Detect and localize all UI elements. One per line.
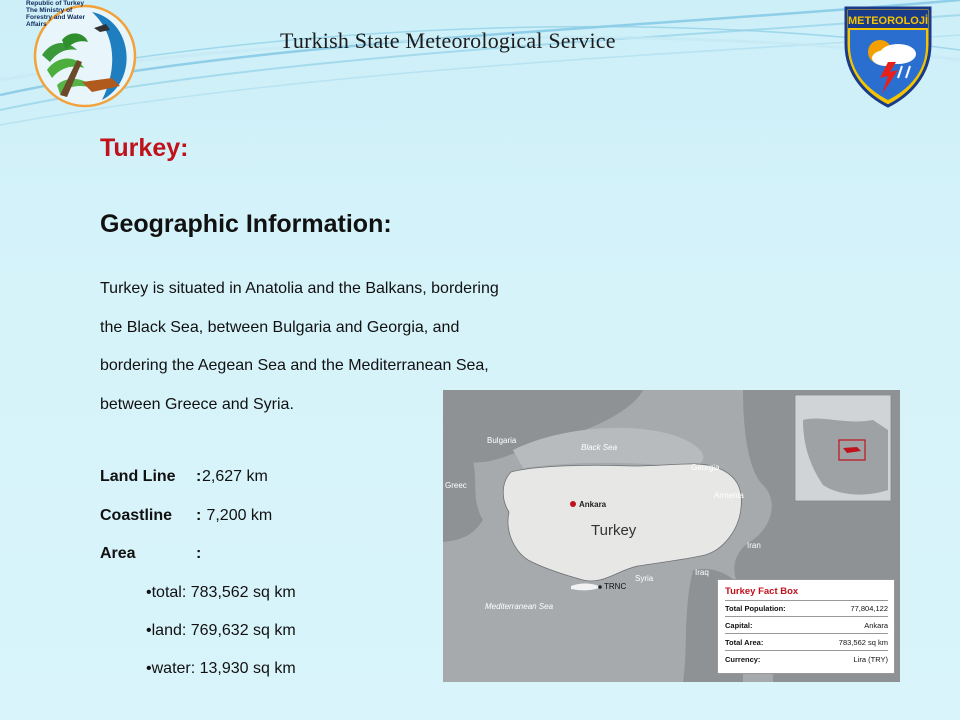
- bullet-text: total: 783,562 sq km: [151, 584, 296, 601]
- ministry-logo-text: Republic of Turkey The Ministry of Fores…: [26, 0, 96, 28]
- logo-wordmark: METEOROLOJİ: [848, 14, 928, 27]
- fact-colon: :: [196, 468, 202, 485]
- map-label-ankara: Ankara: [579, 500, 607, 509]
- paragraph-line: Turkey is situated in Anatolia and the B…: [100, 280, 499, 297]
- fact-box-divider: [725, 600, 888, 601]
- fact-box-value: 77,804,122: [850, 604, 888, 613]
- turkey-fact-box: Turkey Fact Box Total Population: 77,804…: [717, 579, 895, 674]
- fact-box-key: Total Population:: [725, 604, 786, 613]
- map-label-georgia: Georgia: [691, 463, 720, 472]
- turkey-map: Bulgaria Black Sea Georgia Armenia Greec…: [443, 390, 900, 682]
- logo-text-line: The Ministry of: [26, 7, 73, 14]
- fact-label: Land Line: [100, 468, 176, 485]
- meteoroloji-logo: METEOROLOJİ: [842, 4, 934, 108]
- map-label-turkey: Turkey: [591, 522, 637, 539]
- paragraph-line: the Black Sea, between Bulgaria and Geor…: [100, 318, 460, 336]
- area-bullet-item: •total: 783,562 sq km: [146, 584, 296, 601]
- country-heading: Turkey:: [100, 134, 189, 162]
- fact-value: 2,627 km: [202, 468, 268, 485]
- fact-box-title: Turkey Fact Box: [725, 586, 799, 597]
- area-bullet-item: •water: 13,930 sq km: [146, 660, 296, 677]
- paragraph-line: bordering the Aegean Sea and the Mediter…: [100, 357, 489, 374]
- fact-label: Area: [100, 545, 136, 562]
- header-title: Turkish State Meteorological Service: [280, 28, 616, 53]
- fact-colon: :: [196, 545, 202, 562]
- map-label-greece: Greec: [445, 481, 467, 490]
- map-label-mediterranean: Mediterranean Sea: [485, 602, 554, 611]
- fact-box-value: 783,562 sq km: [838, 638, 888, 647]
- fact-box-key: Currency:: [725, 655, 761, 664]
- fact-box-divider: [725, 650, 888, 651]
- map-label-iran: Iran: [747, 541, 761, 550]
- fact-box-divider: [725, 616, 888, 617]
- fact-label: Coastline: [100, 507, 173, 524]
- map-label-armenia: Armenia: [714, 491, 744, 500]
- fact-box-value: Ankara: [864, 621, 888, 630]
- area-bullet-item: •land: 769,632 sq km: [146, 622, 296, 639]
- map-label-bulgaria: Bulgaria: [487, 436, 517, 445]
- fact-value: 7,200 km: [202, 507, 273, 524]
- map-label-syria: Syria: [635, 574, 654, 583]
- fact-box-value: Lira (TRY): [853, 655, 888, 664]
- logo-text-line: Affairs: [26, 21, 47, 28]
- fact-box-divider: [725, 633, 888, 634]
- logo-text-line: Forestry and Water: [26, 14, 85, 21]
- fact-box-key: Total Area:: [725, 638, 764, 647]
- section-heading: Geographic Information:: [100, 210, 392, 238]
- map-label-black-sea: Black Sea: [581, 443, 618, 452]
- bullet-text: land: 769,632 sq km: [151, 622, 296, 639]
- fact-box-key: Capital:: [725, 621, 753, 630]
- logo-text-line: Republic of Turkey: [26, 0, 85, 7]
- map-label-iraq: Iraq: [695, 568, 709, 577]
- header-decoration: [0, 0, 960, 126]
- fact-colon: :: [196, 507, 202, 524]
- bullet-text: water: 13,930 sq km: [151, 660, 296, 677]
- map-label-trnc: TRNC: [604, 582, 626, 591]
